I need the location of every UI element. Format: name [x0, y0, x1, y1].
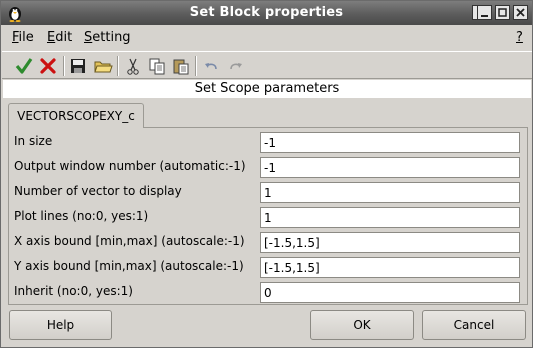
field-label: X axis bound [min,max] (autoscale:-1) [14, 234, 245, 248]
redo-icon [230, 63, 242, 70]
open-button[interactable] [93, 56, 113, 76]
menu-setting-rest: etting [92, 30, 131, 45]
copy-icon [149, 58, 165, 75]
minimize-button[interactable] [477, 5, 492, 20]
copy-button[interactable] [147, 56, 167, 76]
paste-button[interactable] [171, 56, 191, 76]
field-row: Plot lines (no:0, yes:1) [14, 207, 520, 228]
check-icon [15, 58, 33, 74]
field-label: In size [14, 134, 53, 148]
toolbar-separator [195, 56, 197, 76]
field-label: Number of vector to display [14, 184, 182, 198]
menu-edit-accel: E [47, 30, 56, 45]
tab-vectorscopexy[interactable]: VECTORSCOPEXY_c [8, 103, 144, 128]
save-icon [71, 59, 85, 73]
menu-edit-rest: dit [55, 30, 73, 45]
in-size-input[interactable] [260, 132, 520, 153]
section-title: Set Scope parameters [3, 80, 531, 98]
field-row: X axis bound [min,max] (autoscale:-1) [14, 232, 520, 253]
field-row: Output window number (automatic:-1) [14, 157, 520, 178]
menu-help-label: ? [516, 30, 523, 45]
minimize-icon [481, 15, 488, 17]
menu-setting[interactable]: Setting [84, 30, 131, 45]
window-title: Set Block properties [189, 5, 344, 20]
toolbar [2, 51, 532, 79]
apply-button[interactable] [14, 56, 34, 76]
title-bar[interactable]: Set Block properties ? [1, 1, 532, 25]
field-label: Output window number (automatic:-1) [14, 159, 246, 173]
cancel-button[interactable]: Cancel [422, 310, 526, 340]
x-axis-bound-input[interactable] [260, 232, 520, 253]
undo-button[interactable] [202, 56, 222, 76]
maximize-icon [498, 8, 507, 17]
discard-button[interactable] [38, 56, 58, 76]
ok-button[interactable]: OK [310, 310, 414, 340]
y-axis-bound-input[interactable] [260, 257, 520, 278]
field-label: Plot lines (no:0, yes:1) [14, 209, 149, 223]
redo-button[interactable] [225, 56, 245, 76]
maximize-button[interactable] [495, 5, 510, 20]
field-row: Inherit (no:0, yes:1) [14, 282, 520, 303]
field-row: Number of vector to display [14, 182, 520, 203]
field-row: In size [14, 132, 520, 153]
cut-button[interactable] [123, 56, 143, 76]
menu-file[interactable]: File [12, 30, 34, 45]
field-label: Y axis bound [min,max] (autoscale:-1) [14, 259, 244, 273]
menu-file-rest: ile [18, 30, 34, 45]
toolbar-separator [117, 56, 119, 76]
paste-icon [173, 59, 189, 75]
menu-bar: File Edit Setting ? [2, 26, 532, 50]
field-label: Inherit (no:0, yes:1) [14, 284, 133, 298]
help-button[interactable]: Help [9, 310, 112, 340]
save-button[interactable] [68, 56, 88, 76]
field-row: Y axis bound [min,max] (autoscale:-1) [14, 257, 520, 278]
output-window-input[interactable] [260, 157, 520, 178]
cross-icon [40, 58, 56, 74]
plot-lines-input[interactable] [260, 207, 520, 228]
toolbar-separator [63, 56, 65, 76]
dialog-window: Set Block properties ? File Edit Setting… [0, 0, 533, 348]
vector-count-input[interactable] [260, 182, 520, 203]
cut-icon [127, 58, 139, 75]
close-button[interactable] [513, 5, 528, 20]
inherit-input[interactable] [260, 282, 520, 303]
open-icon [94, 61, 113, 73]
undo-icon [205, 63, 217, 70]
menu-edit[interactable]: Edit [47, 30, 72, 45]
close-icon [516, 8, 525, 17]
menu-help[interactable]: ? [516, 30, 523, 45]
